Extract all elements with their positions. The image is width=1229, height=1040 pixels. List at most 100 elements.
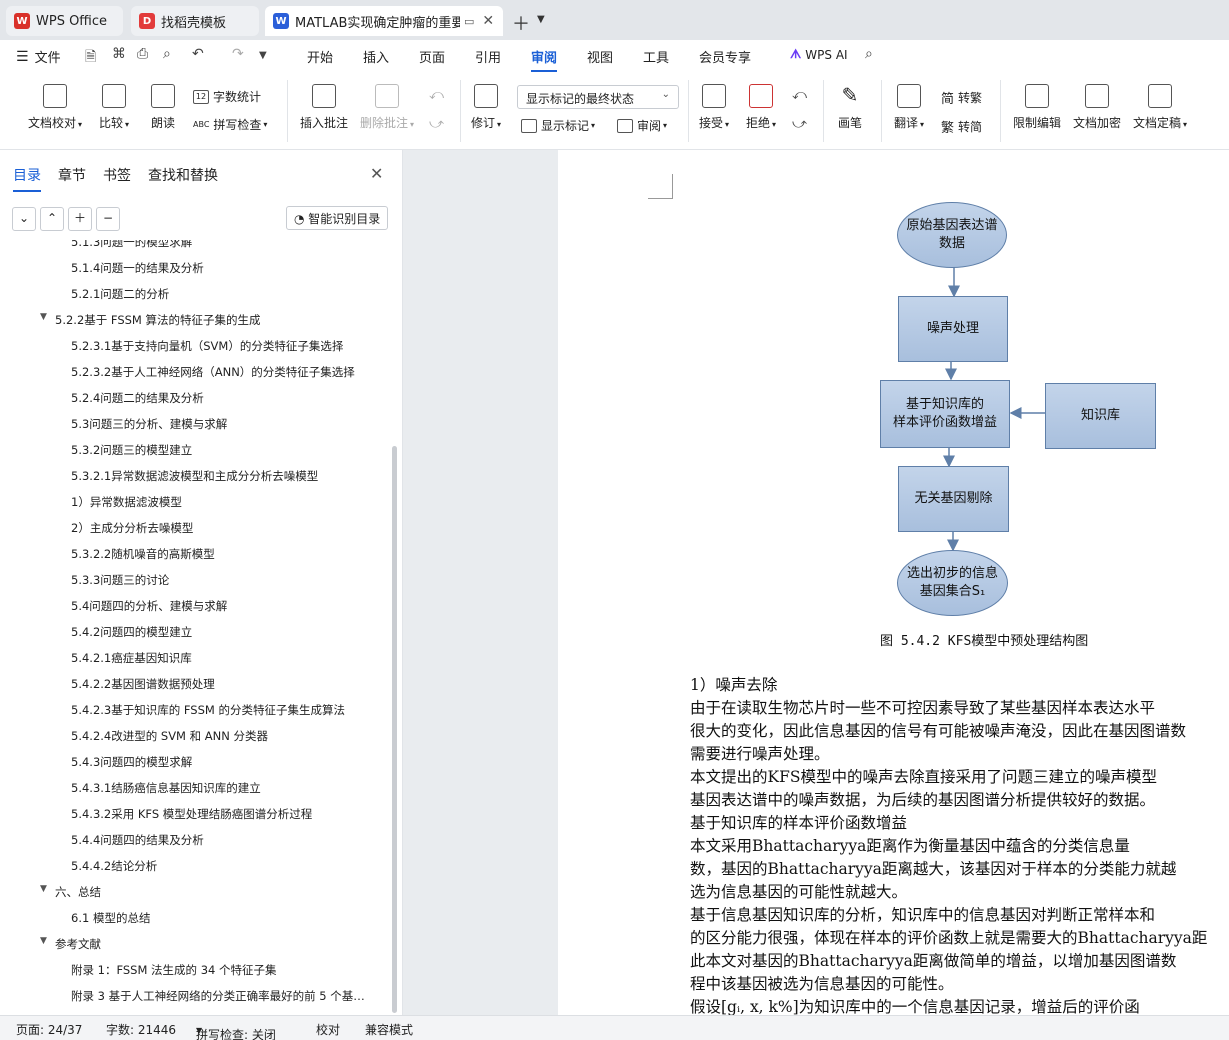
remove-icon[interactable]: − (96, 207, 120, 231)
toc-item[interactable]: 5.2.3.2基于人工神经网络（ANN）的分类特征子集选择 (71, 364, 355, 380)
toc-item-label: 5.4.3问题四的模型求解 (71, 755, 193, 769)
toc-item[interactable]: 5.1.4问题一的结果及分析 (71, 260, 204, 276)
toc-item[interactable]: ▼ 参考文献 (40, 936, 101, 952)
wps-ai-button[interactable]: ᗑ WPS AI (790, 47, 848, 62)
smart-toc-button[interactable]: ◔ 智能识别目录 (286, 206, 389, 230)
menu-start[interactable]: 开始 (307, 47, 333, 66)
toc-item[interactable]: 5.3.2.2随机噪音的高斯模型 (71, 546, 215, 562)
delete-comment-button[interactable]: 删除批注 ▾ (360, 84, 414, 131)
to-simplified-button[interactable]: 繁 转简 (941, 117, 982, 136)
accept-button[interactable]: 接受 ▾ (699, 84, 729, 131)
chevron-down-icon[interactable]: ▼ (537, 14, 545, 25)
tab-toc[interactable]: 目录 (13, 165, 41, 192)
close-icon[interactable]: ✕ (482, 13, 494, 29)
smart-toc-label: 智能识别目录 (308, 212, 381, 226)
doc-check-button[interactable]: 文档校对 ▾ (28, 84, 82, 131)
toc-item[interactable]: 5.3.2.1异常数据滤波模型和主成分分析去噪模型 (71, 468, 318, 484)
print-preview-icon[interactable]: ⌕ (163, 46, 171, 62)
file-menu-button[interactable]: ☰ 文件 (16, 47, 61, 67)
redo-icon[interactable]: ↷ (232, 46, 244, 62)
toc-item[interactable]: 6.1 模型的总结 (71, 910, 150, 926)
read-aloud-button[interactable]: 朗读 (151, 84, 175, 131)
menu-review[interactable]: 审阅 (531, 47, 558, 72)
monitor-icon[interactable]: ▭ (464, 15, 474, 28)
toc-item[interactable]: 5.4.2.4改进型的 SVM 和 ANN 分类器 (71, 728, 268, 744)
toc-item[interactable]: 5.4问题四的分析、建模与求解 (71, 598, 227, 614)
toc-item[interactable]: 附录 3 基于人工神经网络的分类正确率最好的前 5 个基… (71, 988, 365, 1004)
document-line: 1）噪声去除 (690, 676, 778, 694)
add-icon[interactable]: ＋ (68, 207, 92, 231)
insert-comment-button[interactable]: 插入批注 (300, 84, 348, 131)
print-icon[interactable]: ⎙ (137, 46, 148, 62)
toc-item[interactable]: 5.3.2问题三的模型建立 (71, 442, 192, 458)
word-counter[interactable]: 字数: 21446 (106, 1021, 176, 1038)
compare-button[interactable]: 比较 ▾ (99, 84, 129, 131)
markup-view-select[interactable]: 显示标记的最终状态 ⌄ (517, 85, 679, 109)
toc-item[interactable]: 5.4.2.2基因图谱数据预处理 (71, 676, 215, 692)
toc-item[interactable]: ▼ 六、总结 (40, 884, 101, 900)
finalize-button[interactable]: 文档定稿 ▾ (1133, 84, 1187, 131)
toc-item[interactable]: 5.4.4.2结论分析 (71, 858, 157, 874)
spell-check-button[interactable]: ABC 拼写检查 ▾ (193, 116, 267, 133)
toc-item[interactable]: 5.4.3.2采用 KFS 模型处理结肠癌图谱分析过程 (71, 806, 312, 822)
toc-item[interactable]: ▼ 5.2.2基于 FSSM 算法的特征子集的生成 (40, 312, 261, 328)
new-tab-plus-icon[interactable]: ＋ (512, 10, 530, 36)
toc-item[interactable]: 5.2.4问题二的结果及分析 (71, 390, 204, 406)
toc-item[interactable]: 5.4.2.1癌症基因知识库 (71, 650, 192, 666)
undo-icon[interactable]: ↶ (192, 46, 204, 62)
save-icon[interactable]: 🗎 (85, 46, 96, 70)
toc-item[interactable]: 5.2.1问题二的分析 (71, 286, 169, 302)
proofread-status[interactable]: 校对 (316, 1021, 340, 1038)
encrypt-button[interactable]: 文档加密 (1073, 84, 1121, 131)
toc-item[interactable]: 5.3.3问题三的讨论 (71, 572, 169, 588)
menu-references[interactable]: 引用 (475, 47, 501, 66)
menu-page[interactable]: 页面 (419, 47, 445, 66)
menu-tools[interactable]: 工具 (643, 47, 669, 66)
expand-triangle-icon[interactable]: ▼ (40, 884, 47, 894)
next-comment-icon[interactable]: ⤻ (429, 116, 444, 132)
chevron-down-icon[interactable]: ▼ (259, 50, 267, 61)
word-count-button[interactable]: 12 字数统计 (193, 88, 261, 105)
next-change-icon[interactable]: ⤻ (792, 116, 807, 132)
previous-comment-icon[interactable]: ⤺ (429, 87, 444, 103)
toc-item[interactable]: 5.4.2问题四的模型建立 (71, 624, 192, 640)
tab-wps-office[interactable]: W WPS Office (6, 6, 123, 36)
review-pane-button[interactable]: 审阅 ▾ (617, 117, 667, 134)
page-counter[interactable]: 页面: 24/37 (16, 1021, 82, 1038)
toc-item[interactable]: 5.4.2.3基于知识库的 FSSM 的分类特征子集生成算法 (71, 702, 345, 718)
toc-item[interactable]: 5.4.3问题四的模型求解 (71, 754, 192, 770)
previous-change-icon[interactable]: ⤺ (792, 87, 807, 103)
toc-item[interactable]: 5.3问题三的分析、建模与求解 (71, 416, 227, 432)
export-icon[interactable]: ⌘ (112, 46, 126, 62)
menu-member[interactable]: 会员专享 (699, 47, 751, 66)
restrict-edit-button[interactable]: 限制编辑 (1013, 84, 1061, 131)
search-icon[interactable]: ⌕ (865, 46, 873, 62)
toc-item[interactable]: 5.1.3问题一的模型求解 (71, 240, 192, 250)
toc-item[interactable]: 5.4.3.1结肠癌信息基因知识库的建立 (71, 780, 261, 796)
tab-sections[interactable]: 章节 (58, 165, 86, 192)
translate-button[interactable]: 翻译 ▾ (894, 84, 924, 131)
tab-find-replace[interactable]: 查找和替换 (148, 165, 218, 192)
collapse-icon[interactable]: ⌄ (12, 207, 36, 231)
toc-item[interactable]: 附录 1：FSSM 法生成的 34 个特征子集 (71, 962, 277, 978)
menu-insert[interactable]: 插入 (363, 47, 389, 66)
tab-bookmarks[interactable]: 书签 (103, 165, 131, 192)
to-traditional-button[interactable]: 简 转繁 (941, 88, 982, 107)
reject-button[interactable]: 拒绝 ▾ (746, 84, 776, 131)
pen-button[interactable]: ✎ 画笔 (838, 84, 862, 131)
show-markup-button[interactable]: 显示标记 ▾ (521, 117, 595, 134)
tab-docer-templates[interactable]: D 找稻壳模板 (131, 6, 259, 36)
expand-triangle-icon[interactable]: ▼ (40, 312, 47, 322)
tab-current-document[interactable]: W MATLAB实现确定肿瘤的重要 ▭ ✕ (265, 6, 503, 36)
expand-icon[interactable]: ⌃ (40, 207, 64, 231)
menu-view[interactable]: 视图 (587, 47, 613, 66)
close-icon[interactable]: ✕ (370, 164, 383, 183)
toc-item-label: 5.4.4问题四的结果及分析 (71, 833, 204, 847)
expand-triangle-icon[interactable]: ▼ (40, 936, 47, 946)
toc-item[interactable]: 1）异常数据滤波模型 (71, 494, 182, 510)
toc-item[interactable]: 5.2.3.1基于支持向量机（SVM）的分类特征子集选择 (71, 338, 343, 354)
toc-item[interactable]: 5.4.4问题四的结果及分析 (71, 832, 204, 848)
toc-item[interactable]: 2）主成分分析去噪模型 (71, 520, 193, 536)
toc-scrollbar[interactable] (392, 446, 397, 1013)
track-changes-button[interactable]: 修订 ▾ (471, 84, 501, 131)
